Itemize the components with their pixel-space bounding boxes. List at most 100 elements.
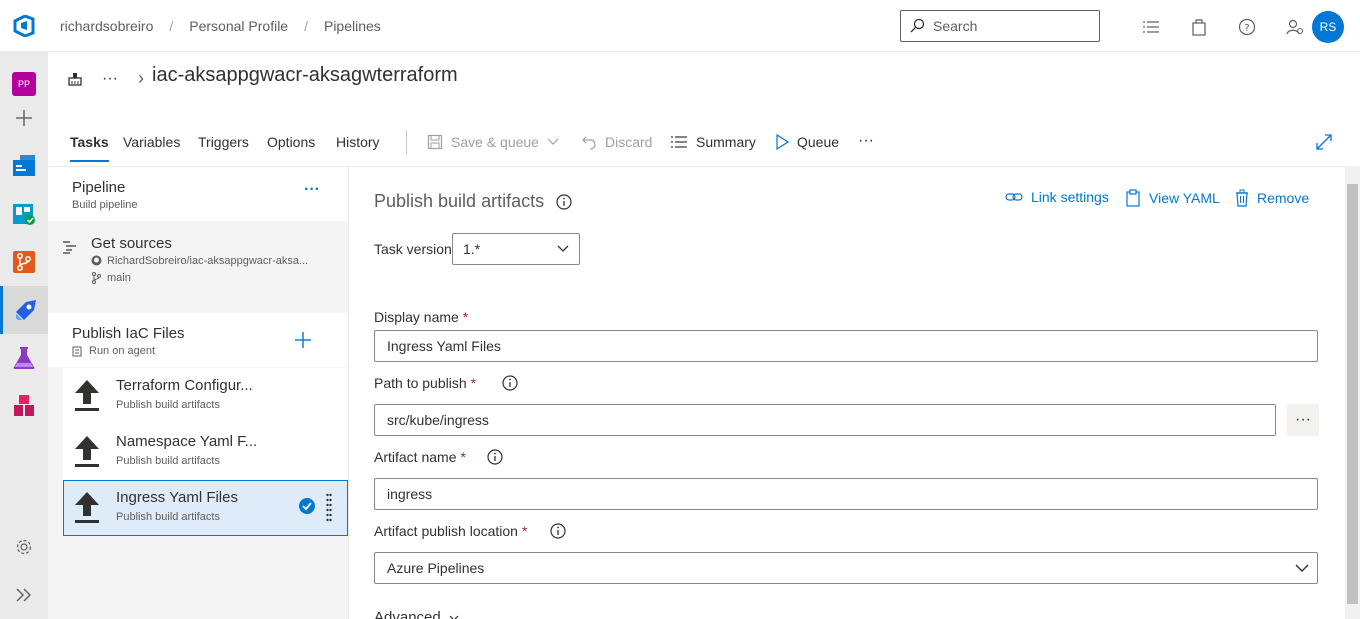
search-placeholder: Search bbox=[933, 18, 978, 34]
top-header: richardsobreiro / Personal Profile / Pip… bbox=[0, 0, 1360, 52]
tab-tasks[interactable]: Tasks bbox=[70, 134, 109, 162]
agent-job-block[interactable]: Publish IaC Files Run on agent bbox=[48, 313, 348, 367]
link-settings-label: Link settings bbox=[1031, 189, 1109, 205]
get-sources-block[interactable]: Get sources RichardSobreiro/iac-aksappgw… bbox=[48, 222, 348, 294]
overview-icon bbox=[13, 155, 35, 176]
tasks-pane: Pipeline Build pipeline ··· Get sources … bbox=[48, 166, 349, 619]
trash-icon bbox=[1236, 189, 1248, 207]
scrollbar-thumb[interactable] bbox=[1347, 184, 1358, 604]
toolbar-divider bbox=[406, 130, 407, 154]
work-items-icon[interactable] bbox=[1127, 16, 1175, 38]
nav-overview[interactable] bbox=[0, 142, 48, 190]
expand-icon[interactable] bbox=[1315, 133, 1333, 151]
get-sources-branch: main bbox=[107, 272, 131, 284]
pipeline-block[interactable]: Pipeline Build pipeline ··· bbox=[48, 167, 348, 221]
browse-path-button[interactable]: ··· bbox=[1287, 404, 1319, 436]
test-plans-icon bbox=[13, 347, 35, 369]
add-task-icon[interactable] bbox=[294, 331, 312, 349]
artifact-name-label: Artifact name * bbox=[374, 449, 503, 465]
breadcrumb-project[interactable]: Personal Profile bbox=[189, 18, 288, 34]
task-name: Namespace Yaml F... bbox=[116, 433, 258, 450]
queue-button[interactable]: Queue bbox=[775, 134, 839, 150]
undo-icon bbox=[582, 136, 596, 150]
tab-variables[interactable]: Variables bbox=[123, 134, 180, 150]
path-label-text: Path to publish bbox=[374, 375, 467, 391]
location-value: Azure Pipelines bbox=[387, 560, 485, 576]
artifact-location-select[interactable]: Azure Pipelines bbox=[374, 552, 1318, 584]
pipelines-icon bbox=[15, 300, 36, 320]
checkmark-circle-icon bbox=[299, 498, 315, 514]
breadcrumb-org[interactable]: richardsobreiro bbox=[60, 18, 153, 34]
upload-artifact-icon bbox=[75, 436, 99, 467]
view-yaml-button[interactable]: View YAML bbox=[1125, 189, 1220, 207]
link-settings-button[interactable]: Link settings bbox=[1005, 189, 1109, 205]
task-item-namespace[interactable]: Namespace Yaml F... Publish build artifa… bbox=[63, 424, 348, 480]
breadcrumb-pipelines[interactable]: Pipelines bbox=[324, 18, 381, 34]
task-version-select[interactable]: 1.* bbox=[452, 233, 580, 265]
advanced-section-toggle[interactable]: Advanced bbox=[374, 609, 459, 619]
task-details-pane: Publish build artifacts Link settings Vi… bbox=[349, 166, 1345, 619]
more-actions-button[interactable]: ··· bbox=[102, 70, 118, 88]
toolbar-more-button[interactable]: ··· bbox=[858, 132, 874, 150]
link-icon bbox=[1005, 193, 1023, 201]
pipeline-more-button[interactable]: ··· bbox=[304, 181, 320, 199]
tab-history[interactable]: History bbox=[336, 134, 380, 150]
required-marker: * bbox=[470, 375, 477, 391]
task-subtitle: Publish build artifacts bbox=[116, 455, 220, 467]
agent-icon bbox=[72, 346, 82, 357]
gear-icon bbox=[16, 539, 32, 555]
artifact-name-field[interactable]: ingress bbox=[374, 478, 1318, 510]
artifact-name-label-text: Artifact name bbox=[374, 449, 457, 465]
clipboard-icon bbox=[1126, 189, 1140, 207]
vertical-scrollbar[interactable] bbox=[1345, 166, 1360, 619]
breadcrumb-separator: / bbox=[304, 18, 308, 34]
info-icon[interactable] bbox=[550, 523, 567, 539]
artifacts-icon bbox=[14, 395, 34, 416]
github-icon bbox=[91, 255, 102, 266]
task-subtitle: Publish build artifacts bbox=[116, 511, 220, 523]
nav-repos[interactable] bbox=[0, 238, 48, 286]
task-subtitle: Publish build artifacts bbox=[116, 399, 220, 411]
tab-triggers[interactable]: Triggers bbox=[198, 134, 249, 150]
path-to-publish-field[interactable]: src/kube/ingress bbox=[374, 404, 1276, 436]
info-icon[interactable] bbox=[556, 193, 572, 210]
display-name-field[interactable]: Ingress Yaml Files bbox=[374, 330, 1318, 362]
save-queue-label: Save & queue bbox=[451, 134, 539, 150]
nav-add[interactable] bbox=[0, 94, 48, 142]
svg-text:?: ? bbox=[1244, 23, 1249, 34]
task-item-ingress[interactable]: Ingress Yaml Files Publish build artifac… bbox=[63, 480, 348, 536]
boards-icon bbox=[13, 204, 35, 225]
azure-devops-logo-icon[interactable] bbox=[13, 15, 35, 37]
task-title-text: Publish build artifacts bbox=[374, 191, 545, 211]
chevron-down-icon bbox=[449, 615, 459, 619]
help-icon[interactable]: ? bbox=[1223, 16, 1271, 38]
task-item-terraform[interactable]: Terraform Configur... Publish build arti… bbox=[63, 368, 348, 424]
summary-button[interactable]: Summary bbox=[670, 134, 756, 150]
nav-pipelines[interactable] bbox=[0, 286, 48, 334]
plus-icon bbox=[16, 110, 32, 126]
nav-artifacts[interactable] bbox=[0, 382, 48, 430]
save-icon bbox=[427, 134, 443, 150]
path-to-publish-label: Path to publish * bbox=[374, 375, 518, 391]
nav-boards[interactable] bbox=[0, 190, 48, 238]
save-queue-button[interactable]: Save & queue bbox=[427, 134, 559, 150]
search-input[interactable]: Search bbox=[900, 10, 1100, 42]
avatar[interactable]: RS bbox=[1312, 11, 1344, 43]
list-icon bbox=[671, 136, 687, 148]
info-icon[interactable] bbox=[502, 375, 518, 391]
drag-handle-icon[interactable] bbox=[326, 493, 332, 523]
double-chevron-right-icon bbox=[16, 588, 31, 602]
info-icon[interactable] bbox=[487, 449, 503, 465]
remove-button[interactable]: Remove bbox=[1235, 189, 1309, 207]
page-title: iac-aksappgwacr-aksagwterraform bbox=[152, 64, 458, 86]
marketplace-icon[interactable] bbox=[1175, 16, 1223, 38]
left-navigation: PP bbox=[0, 52, 48, 619]
nav-test-plans[interactable] bbox=[0, 334, 48, 382]
tab-options[interactable]: Options bbox=[267, 134, 315, 150]
title-row: ··· › iac-aksappgwacr-aksagwterraform bbox=[48, 52, 1360, 104]
breadcrumb: richardsobreiro / Personal Profile / Pip… bbox=[60, 18, 381, 34]
discard-button[interactable]: Discard bbox=[581, 134, 652, 150]
nav-expand[interactable] bbox=[0, 571, 48, 619]
get-sources-repo: RichardSobreiro/iac-aksappgwacr-aksa... bbox=[107, 255, 309, 267]
nav-project-settings[interactable] bbox=[0, 523, 48, 571]
